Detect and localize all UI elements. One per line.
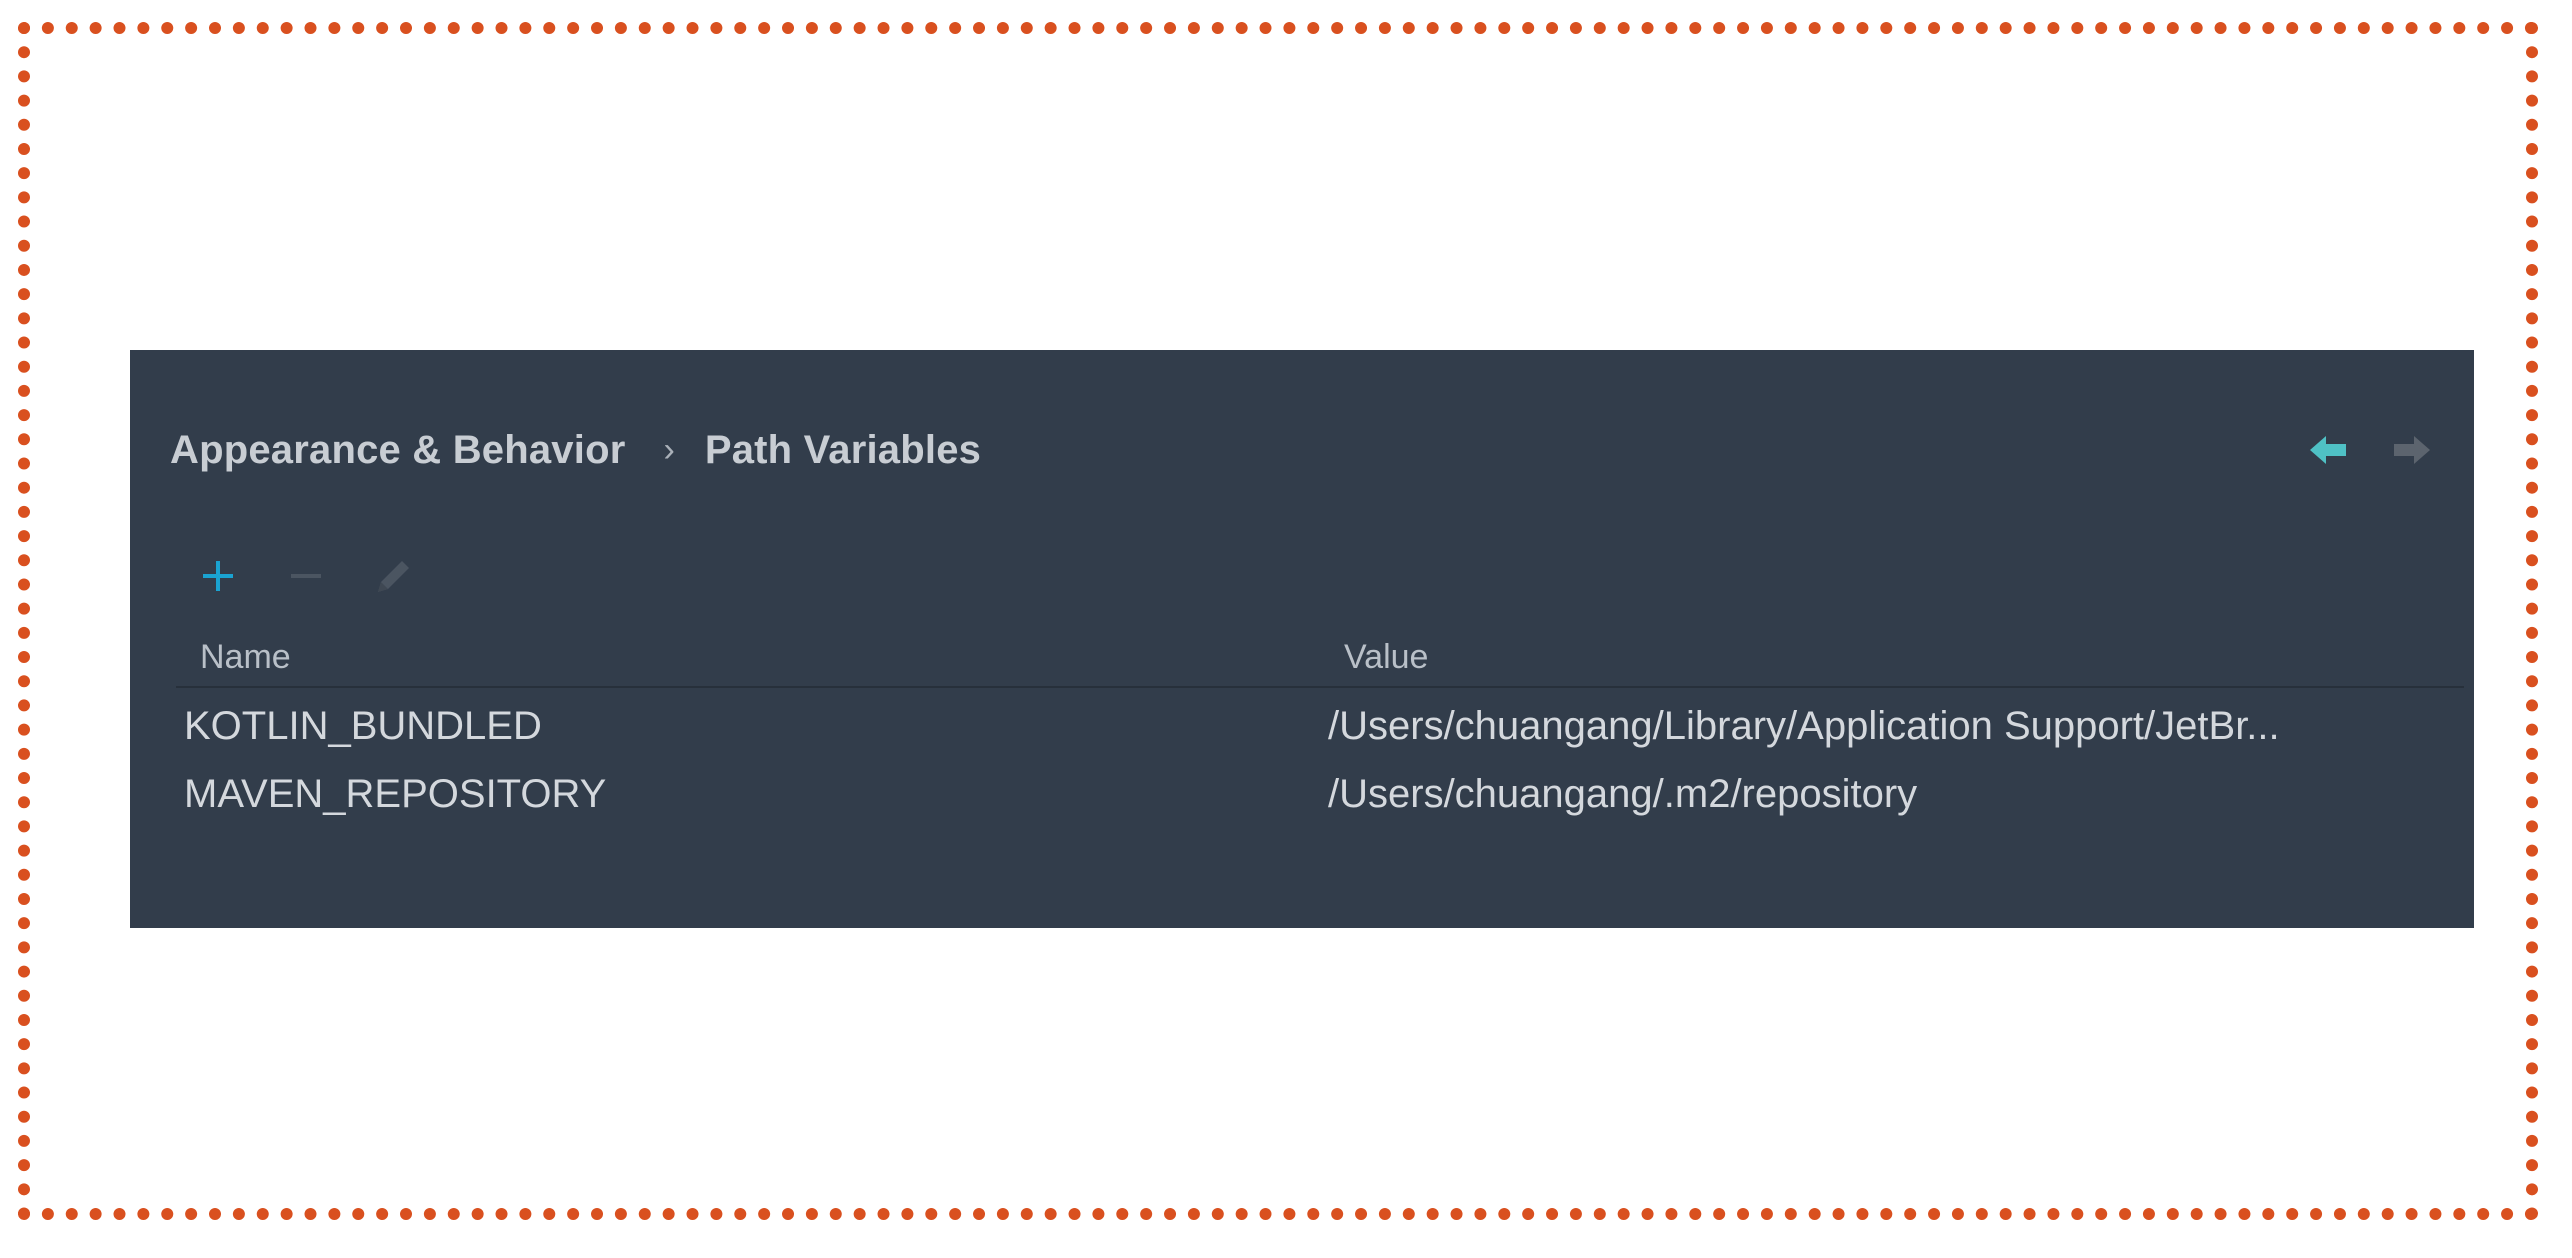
screenshot-canvas: Appearance & Behavior › Path Variables N… <box>0 0 2572 1258</box>
cell-value: /Users/chuangang/.m2/repository <box>1328 772 1918 816</box>
breadcrumb-parent[interactable]: Appearance & Behavior <box>170 428 625 473</box>
settings-panel: Appearance & Behavior › Path Variables N… <box>130 350 2474 928</box>
panel-header: Appearance & Behavior › Path Variables <box>170 420 2434 480</box>
breadcrumb-current: Path Variables <box>704 427 982 472</box>
column-header-name[interactable]: Name <box>200 638 291 677</box>
table-header: Name Value <box>176 630 2464 688</box>
add-button[interactable] <box>190 548 246 604</box>
variables-toolbar <box>190 548 422 604</box>
edit-button[interactable] <box>366 548 422 604</box>
cell-name: KOTLIN_BUNDLED <box>184 704 542 748</box>
table-row[interactable]: MAVEN_REPOSITORY /Users/chuangang/.m2/re… <box>176 760 2464 828</box>
cell-name: MAVEN_REPOSITORY <box>184 772 607 816</box>
cell-value: /Users/chuangang/Library/Application Sup… <box>1328 704 2280 748</box>
path-variables-table: Name Value KOTLIN_BUNDLED /Users/chuanga… <box>176 630 2464 828</box>
arrow-right-icon <box>2394 436 2430 464</box>
arrow-left-icon <box>2310 436 2346 464</box>
minus-icon <box>291 574 321 578</box>
plus-icon <box>203 561 233 591</box>
back-button[interactable] <box>2306 428 2350 472</box>
pencil-icon <box>378 561 409 592</box>
breadcrumb-separator: › <box>663 430 675 469</box>
history-nav <box>2306 428 2434 472</box>
table-row[interactable]: KOTLIN_BUNDLED /Users/chuangang/Library/… <box>176 692 2464 760</box>
breadcrumb: Appearance & Behavior › Path Variables <box>170 428 981 473</box>
column-header-value[interactable]: Value <box>1344 638 1428 677</box>
forward-button[interactable] <box>2390 428 2434 472</box>
remove-button[interactable] <box>278 548 334 604</box>
